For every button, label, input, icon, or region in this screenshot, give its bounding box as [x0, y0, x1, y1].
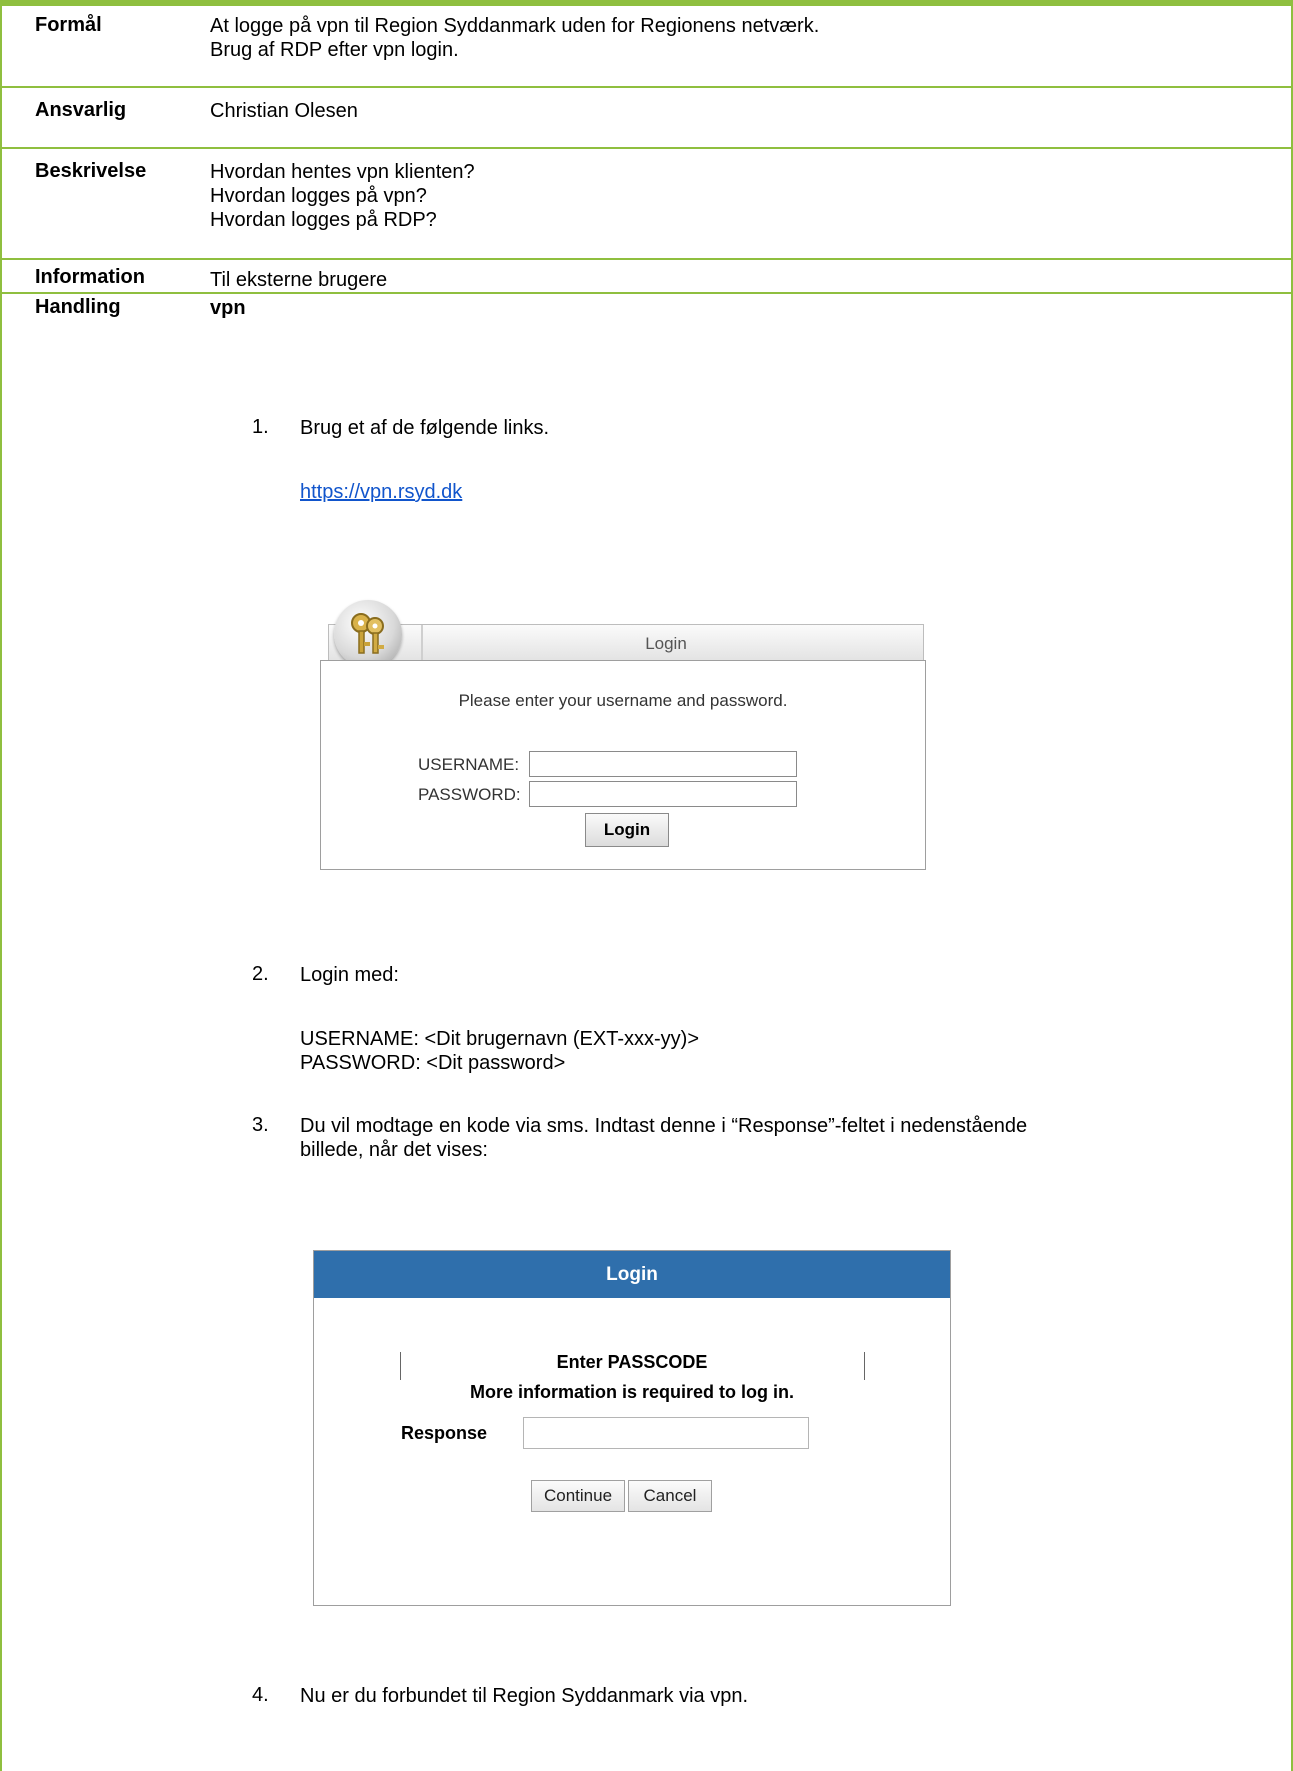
row-divider	[0, 147, 1293, 149]
handling-label: Handling	[35, 296, 121, 318]
step-2-text: Login med:	[300, 964, 399, 986]
password-label: PASSWORD:	[418, 785, 521, 804]
step-2-password: PASSWORD: <Dit password>	[300, 1052, 566, 1074]
continue-button[interactable]: Continue	[531, 1480, 625, 1512]
step-2-username: USERNAME: <Dit brugernavn (EXT-xxx-yy)>	[300, 1028, 699, 1050]
cancel-button[interactable]: Cancel	[628, 1480, 712, 1512]
passcode-heading: Enter PASSCODE	[556, 1352, 708, 1372]
row-divider	[0, 86, 1293, 88]
top-border	[0, 0, 1293, 6]
row-divider	[0, 292, 1293, 294]
ansvarlig-label: Ansvarlig	[35, 99, 127, 121]
formaal-label: Formål	[35, 14, 102, 36]
beskrivelse-line-1: Hvordan hentes vpn klienten?	[210, 161, 475, 183]
response-input[interactable]	[523, 1417, 809, 1449]
information-value: Til eksterne brugere	[210, 269, 388, 291]
keys-icon	[334, 600, 402, 668]
password-input[interactable]	[529, 781, 797, 807]
username-input[interactable]	[529, 751, 797, 777]
step-1-number: 1.	[252, 416, 269, 438]
passcode-panel-header: Login	[314, 1251, 950, 1298]
step-4-number: 4.	[252, 1684, 269, 1706]
beskrivelse-line-3: Hvordan logges på RDP?	[210, 209, 437, 231]
login-button[interactable]: Login	[585, 813, 669, 847]
step-3-line-2: billede, når det vises:	[300, 1139, 488, 1161]
passcode-subheading: More information is required to log in.	[469, 1382, 794, 1402]
step-1-text: Brug et af de følgende links.	[300, 417, 550, 439]
login-instruction: Please enter your username and password.	[458, 691, 788, 710]
login-panel-body: Please enter your username and password.…	[320, 660, 926, 870]
step-3-line-1: Du vil modtage en kode via sms. Indtast …	[300, 1115, 1028, 1137]
vpn-link[interactable]: https://vpn.rsyd.dk	[300, 480, 462, 504]
login-panel-header: Login	[328, 624, 924, 661]
formaal-line-2: Brug af RDP efter vpn login.	[210, 39, 459, 61]
beskrivelse-label: Beskrivelse	[35, 160, 147, 182]
left-border	[0, 0, 2, 1771]
login-panel-screenshot-1: Login Please enter your username and pas…	[320, 600, 926, 870]
step-4-text: Nu er du forbundet til Region Syddanmark…	[300, 1685, 749, 1707]
passcode-panel-screenshot: Login Enter PASSCODE More information is…	[313, 1250, 951, 1606]
information-label: Information	[35, 266, 145, 288]
response-label: Response	[401, 1423, 488, 1443]
step-3-number: 3.	[252, 1114, 269, 1136]
username-label: USERNAME:	[418, 755, 520, 774]
handling-value: vpn	[210, 297, 246, 319]
beskrivelse-line-2: Hvordan logges på vpn?	[210, 185, 427, 207]
passcode-panel-title: Login	[606, 1264, 658, 1285]
ansvarlig-value: Christian Olesen	[210, 100, 358, 122]
step-2-number: 2.	[252, 963, 269, 985]
row-divider	[0, 258, 1293, 260]
formaal-line-1: At logge på vpn til Region Syddanmark ud…	[210, 15, 820, 37]
login-panel-title: Login	[645, 634, 687, 653]
